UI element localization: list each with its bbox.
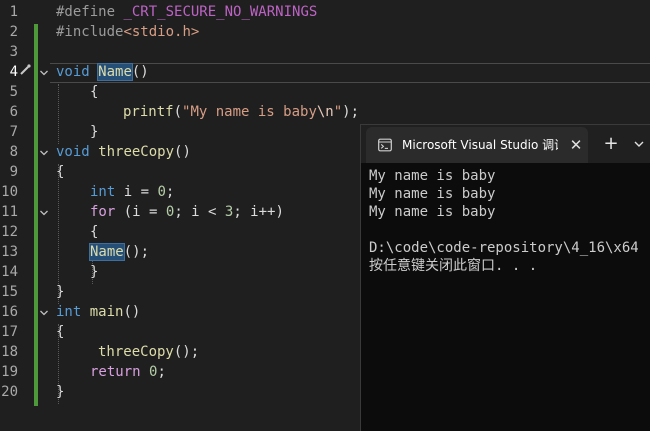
code-line-1[interactable]: #define _CRT_SECURE_NO_WARNINGS: [56, 2, 317, 22]
console-tab[interactable]: Microsoft Visual Studio 调试控制台 ✕: [366, 127, 588, 163]
terminal-icon: [378, 138, 392, 152]
code-line-2[interactable]: #include<stdio.h>: [56, 22, 199, 42]
code-text: (): [174, 144, 191, 160]
code-line-11[interactable]: for (i = 0; i < 3; i++): [90, 202, 284, 222]
number-literal: 0: [157, 184, 166, 200]
console-output[interactable]: My name is baby My name is baby My name …: [369, 167, 650, 275]
line-number: 20: [1, 384, 18, 400]
code-text: i =: [115, 184, 158, 200]
code-text: ();: [173, 344, 200, 360]
line-number: 2: [9, 24, 18, 40]
code-text: ();: [123, 244, 150, 260]
close-tab-button[interactable]: ✕: [566, 135, 586, 155]
function-call: printf: [123, 104, 174, 120]
string-literal-end: ": [333, 104, 343, 120]
console-tab-title: Microsoft Visual Studio 调试控制台: [402, 138, 558, 152]
new-tab-button[interactable]: +: [601, 133, 621, 155]
line-number: 12: [1, 224, 18, 240]
code-text: );: [342, 104, 360, 120]
line-number: 17: [1, 324, 18, 340]
line-number: 16: [1, 304, 18, 320]
indent-guide: [58, 84, 59, 144]
code-text: ; i++): [233, 204, 284, 220]
fold-chevron-icon[interactable]: [39, 148, 49, 158]
line-number: 11: [1, 204, 18, 220]
code-text: (): [123, 304, 141, 320]
code-line-6[interactable]: printf("My name is baby\n");: [123, 102, 359, 122]
line-number: 10: [1, 184, 18, 200]
code-line-18[interactable]: threeCopy();: [98, 342, 199, 362]
change-tracking-bar: [34, 24, 38, 406]
include-header: <stdio.h>: [123, 24, 200, 40]
keyword: void: [56, 144, 90, 160]
code-line-15[interactable]: }: [56, 282, 64, 302]
function-name-highlighted: Name: [97, 63, 133, 81]
line-number: 9: [9, 164, 18, 180]
line-number: 13: [1, 244, 18, 260]
line-number-active: 4: [9, 64, 18, 80]
function-name: threeCopy: [98, 144, 175, 160]
code-line-7[interactable]: }: [90, 122, 98, 142]
output-line: My name is baby: [369, 186, 496, 202]
code-line-8[interactable]: void threeCopy(): [56, 142, 191, 162]
console-titlebar[interactable]: Microsoft Visual Studio 调试控制台 ✕ +: [361, 125, 650, 163]
code-text: ;: [165, 184, 175, 200]
debug-console-window[interactable]: Microsoft Visual Studio 调试控制台 ✕ + My nam…: [360, 124, 650, 431]
pencil-icon[interactable]: [19, 64, 31, 76]
code-line-19[interactable]: return 0;: [90, 362, 166, 382]
code-text: (): [131, 64, 149, 80]
code-line-13[interactable]: Name();: [89, 242, 150, 262]
code-line-12[interactable]: {: [90, 222, 98, 242]
line-number: 6: [9, 104, 18, 120]
code-line-14[interactable]: }: [90, 262, 98, 282]
keyword: int: [90, 184, 116, 200]
fold-chevron-icon[interactable]: [39, 308, 49, 318]
preprocessor-directive: #include: [56, 24, 124, 40]
macro-name: _CRT_SECURE_NO_WARNINGS: [123, 4, 318, 20]
chevron-down-icon[interactable]: [633, 139, 645, 149]
line-number: 14: [1, 264, 18, 280]
function-call: threeCopy: [98, 344, 174, 360]
string-literal: "My name is baby: [182, 104, 317, 120]
line-number: 7: [9, 124, 18, 140]
line-number: 8: [9, 144, 18, 160]
output-line: 按任意键关闭此窗口. . .: [369, 258, 538, 274]
code-text: ;: [157, 364, 166, 380]
fold-chevron-icon[interactable]: [39, 68, 49, 78]
line-number: 19: [1, 364, 18, 380]
code-line-5[interactable]: {: [90, 82, 98, 102]
line-number: 1: [9, 4, 18, 20]
keyword: int: [56, 304, 82, 320]
output-line: My name is baby: [369, 204, 496, 220]
line-number: 3: [9, 44, 18, 60]
code-text: ; i <: [174, 204, 225, 220]
keyword: void: [56, 64, 90, 80]
escape-sequence: \n: [316, 104, 334, 120]
code-line-10[interactable]: int i = 0;: [90, 182, 174, 202]
line-number: 5: [9, 84, 18, 100]
function-call-highlighted: Name: [89, 243, 125, 261]
function-name: main: [89, 304, 124, 320]
code-line-20[interactable]: }: [56, 382, 64, 402]
code-line-9[interactable]: {: [56, 162, 64, 182]
code-text: (: [173, 104, 183, 120]
code-line-17[interactable]: {: [56, 322, 64, 342]
preprocessor-directive: #define: [56, 4, 124, 20]
keyword: for: [90, 204, 116, 220]
line-number: 15: [1, 284, 18, 300]
line-number: 18: [1, 344, 18, 360]
keyword: return: [90, 364, 141, 380]
code-line-16[interactable]: int main(): [56, 302, 140, 322]
code-text: (i =: [115, 204, 166, 220]
fold-chevron-icon[interactable]: [39, 208, 49, 218]
output-line: D:\code\code-repository\4_16\x64: [369, 240, 639, 256]
code-line-4[interactable]: void Name(): [56, 62, 149, 82]
output-line: My name is baby: [369, 168, 496, 184]
